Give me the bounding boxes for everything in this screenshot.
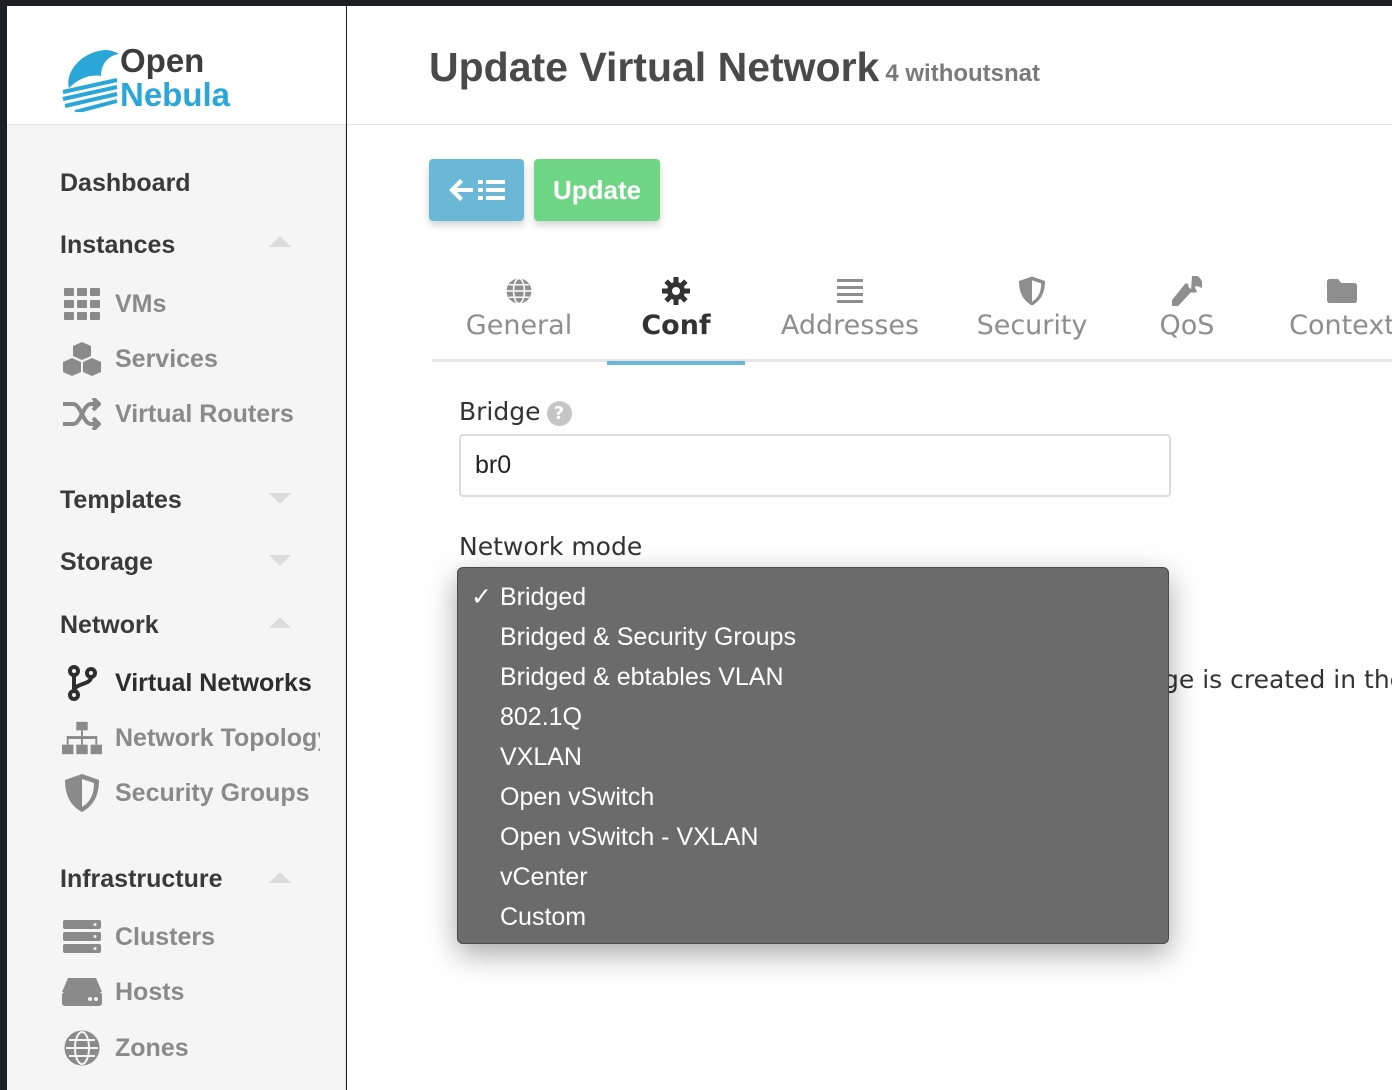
sidebar-item-dashboard[interactable]: Dashboard bbox=[60, 169, 191, 198]
dropdown-option[interactable]: Custom bbox=[458, 897, 1168, 937]
tab-bar: General Conf Addresses Security QoS Cont… bbox=[432, 268, 1392, 365]
tab-label: Context bbox=[1289, 310, 1392, 341]
sidebar-item-label: Zones bbox=[115, 1033, 189, 1062]
window-frame-left bbox=[0, 0, 7, 1090]
page-subtitle: 4 withoutsnat bbox=[885, 60, 1041, 87]
cubes-icon bbox=[62, 341, 102, 377]
sidebar-item-label: Security Groups bbox=[115, 778, 310, 807]
update-button[interactable]: Update bbox=[534, 159, 660, 221]
page-title: Update Virtual Network 4 withoutsnat bbox=[429, 44, 1040, 91]
sidebar-item-hosts[interactable]: Hosts bbox=[62, 972, 184, 1012]
globe-icon bbox=[505, 274, 533, 308]
network-mode-description: ge is created in the n bbox=[1163, 665, 1392, 694]
sidebar-item-security-groups[interactable]: Security Groups bbox=[62, 773, 310, 813]
dropdown-option[interactable]: Bridged & ebtables VLAN bbox=[458, 657, 1168, 697]
code-branch-icon bbox=[62, 665, 102, 701]
tab-conf[interactable]: Conf bbox=[607, 268, 745, 365]
tab-security[interactable]: Security bbox=[972, 268, 1092, 362]
bridge-label-text: Bridge bbox=[459, 397, 541, 426]
tab-label: Security bbox=[976, 310, 1088, 341]
dropdown-option-label: VXLAN bbox=[500, 743, 582, 771]
dropdown-option-label: Custom bbox=[500, 903, 587, 931]
network-mode-label: Network mode bbox=[459, 532, 643, 561]
tab-context[interactable]: Context bbox=[1289, 268, 1392, 362]
tab-label: Addresses bbox=[780, 310, 920, 341]
dropdown-option[interactable]: 802.1Q bbox=[458, 697, 1168, 737]
logo-word-nebula: Nebula bbox=[120, 76, 231, 113]
random-icon bbox=[62, 396, 102, 432]
opennebula-logo-icon bbox=[62, 50, 119, 112]
tab-qos[interactable]: QoS bbox=[1147, 268, 1227, 362]
sidebar-section-instances[interactable]: Instances bbox=[60, 231, 175, 260]
tab-label: General bbox=[465, 310, 573, 341]
logo[interactable]: Open Nebula bbox=[7, 6, 346, 125]
logo-word-open: Open bbox=[120, 42, 205, 79]
checkmark-icon: ✓ bbox=[471, 583, 492, 611]
logo-text: Open Nebula bbox=[120, 44, 230, 112]
sidebar-item-label: Virtual Networks bbox=[115, 668, 312, 697]
dropdown-option[interactable]: Bridged & Security Groups bbox=[458, 617, 1168, 657]
dropdown-option[interactable]: VXLAN bbox=[458, 737, 1168, 777]
sitemap-icon bbox=[62, 720, 102, 756]
back-to-list-button[interactable] bbox=[429, 159, 524, 221]
page-header: Update Virtual Network 4 withoutsnat bbox=[347, 6, 1392, 125]
dropdown-option-label: Bridged & Security Groups bbox=[500, 623, 796, 651]
caret-up-icon bbox=[269, 872, 291, 883]
bridge-label: Bridge? bbox=[459, 397, 572, 426]
dropdown-option[interactable]: Open vSwitch - VXLAN bbox=[458, 817, 1168, 857]
folder-icon bbox=[1327, 274, 1357, 308]
sidebar-item-zones[interactable]: Zones bbox=[62, 1028, 189, 1068]
sidebar-item-label: Services bbox=[115, 344, 218, 373]
tab-label: QoS bbox=[1159, 310, 1215, 341]
network-mode-dropdown[interactable]: ✓ Bridged Bridged & Security Groups Brid… bbox=[457, 567, 1169, 944]
sidebar-item-label: Network Topology bbox=[115, 723, 320, 752]
dropdown-option-label: vCenter bbox=[500, 863, 588, 891]
wrench-icon bbox=[1172, 274, 1202, 308]
globe-icon bbox=[62, 1030, 102, 1066]
sidebar-section-infrastructure[interactable]: Infrastructure bbox=[60, 865, 223, 894]
sidebar-item-label: Clusters bbox=[115, 922, 216, 951]
caret-up-icon bbox=[269, 236, 291, 247]
sidebar-item-label: VMs bbox=[115, 289, 167, 318]
page-title-text: Update Virtual Network bbox=[429, 44, 880, 90]
sidebar: Open Nebula Dashboard Instances VMs Serv… bbox=[7, 6, 346, 1090]
dropdown-option[interactable]: vCenter bbox=[458, 857, 1168, 897]
sidebar-item-network-topology[interactable]: Network Topology bbox=[62, 718, 320, 758]
dropdown-option-label: 802.1Q bbox=[500, 703, 583, 731]
sidebar-item-virtual-networks[interactable]: Virtual Networks bbox=[62, 663, 312, 703]
server-icon bbox=[62, 919, 102, 955]
sidebar-item-virtual-routers[interactable]: Virtual Routers bbox=[62, 394, 294, 434]
sidebar-item-services[interactable]: Services bbox=[62, 339, 218, 379]
sidebar-item-label: Virtual Routers bbox=[115, 399, 294, 428]
dropdown-option-label: Bridged & ebtables VLAN bbox=[500, 663, 784, 691]
hdd-icon bbox=[62, 974, 102, 1010]
shield-icon bbox=[62, 774, 102, 812]
bridge-input[interactable] bbox=[459, 434, 1171, 497]
sidebar-section-network[interactable]: Network bbox=[60, 611, 159, 640]
sidebar-item-vms[interactable]: VMs bbox=[62, 284, 166, 324]
sidebar-item-label: Hosts bbox=[115, 977, 185, 1006]
dropdown-option-label: Bridged bbox=[500, 583, 587, 611]
dropdown-option[interactable]: ✓ Bridged bbox=[458, 577, 1168, 617]
sidebar-item-clusters[interactable]: Clusters bbox=[62, 917, 215, 957]
caret-down-icon bbox=[269, 493, 291, 504]
dropdown-option[interactable]: Open vSwitch bbox=[458, 777, 1168, 817]
dropdown-option-label: Open vSwitch - VXLAN bbox=[500, 823, 759, 851]
caret-up-icon bbox=[269, 617, 291, 628]
sidebar-section-storage[interactable]: Storage bbox=[60, 548, 153, 577]
help-icon[interactable]: ? bbox=[546, 400, 572, 426]
tab-addresses[interactable]: Addresses bbox=[775, 268, 925, 362]
gear-icon bbox=[662, 274, 690, 308]
tab-label: Conf bbox=[641, 310, 711, 341]
caret-down-icon bbox=[269, 555, 291, 566]
tab-general[interactable]: General bbox=[464, 268, 574, 362]
dropdown-option-label: Open vSwitch bbox=[500, 783, 655, 811]
back-list-icon bbox=[448, 179, 505, 201]
grid-icon bbox=[62, 286, 102, 322]
list-icon bbox=[837, 274, 863, 308]
sidebar-section-templates[interactable]: Templates bbox=[60, 486, 182, 515]
shield-icon bbox=[1019, 274, 1045, 308]
